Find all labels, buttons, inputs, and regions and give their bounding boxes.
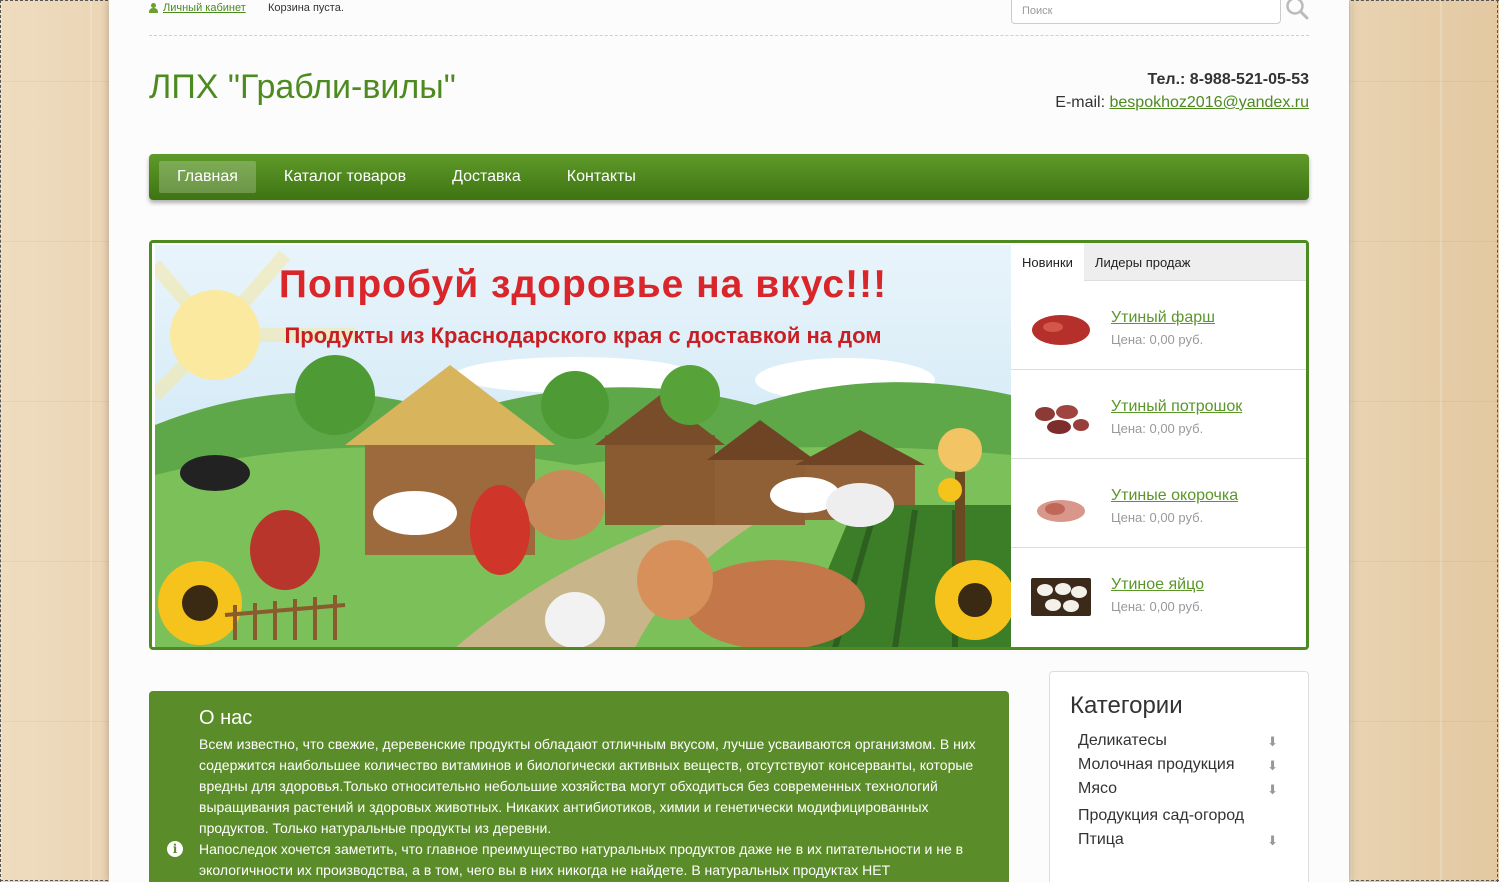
cart-status: Корзина пуста. (268, 2, 344, 14)
product-price: Цена: 0,00 руб. (1111, 421, 1204, 436)
categories-title: Категории (1070, 692, 1183, 719)
category-label: Деликатесы (1078, 732, 1167, 749)
category-label: Продукция сад-огород (1078, 807, 1245, 824)
product-tabs: Новинки Лидеры продаж Утиный фарш Цена: … (1011, 243, 1306, 647)
promo-banner[interactable]: Попробуй здоровье на вкус!!! Продукты из… (155, 245, 1011, 647)
arrow-down-icon[interactable]: ⬇ (1267, 833, 1278, 849)
category-label: Мясо (1078, 780, 1118, 797)
about-paragraph: Всем известно, что свежие, деревенские п… (199, 736, 976, 836)
category-label: Птица (1078, 831, 1124, 848)
search-input[interactable]: Поиск (1011, 0, 1281, 24)
category-item-dairy[interactable]: Молочная продукция ⬇ (1070, 756, 1288, 780)
product-price: Цена: 0,00 руб. (1111, 599, 1204, 614)
product-item: Утиное яйцо Цена: 0,00 руб. (1011, 548, 1306, 637)
arrow-down-icon[interactable]: ⬇ (1267, 782, 1278, 798)
page-container: Личный кабинет Корзина пуста. Поиск ЛПХ … (109, 0, 1349, 882)
product-price: Цена: 0,00 руб. (1111, 510, 1204, 525)
about-paragraph: Напоследок хочется заметить, что главное… (199, 841, 964, 878)
top-bar: Личный кабинет Корзина пуста. Поиск (149, 0, 1309, 36)
product-price: Цена: 0,00 руб. (1111, 332, 1204, 347)
email-label: E-mail: (1055, 94, 1110, 111)
site-title[interactable]: ЛПХ "Грабли-вилы" (149, 68, 456, 107)
search-icon[interactable] (1285, 0, 1309, 22)
product-thumbnail[interactable] (1031, 400, 1091, 438)
product-item: Утиные окорочка Цена: 0,00 руб. (1011, 459, 1306, 548)
about-section: О нас Всем известно, что свежие, деревен… (149, 691, 1009, 882)
banner-headline: Попробуй здоровье на вкус!!! (278, 263, 888, 306)
account-link-label: Личный кабинет (163, 2, 246, 14)
banner-subline: Продукты из Краснодарского края с достав… (284, 323, 882, 348)
product-name[interactable]: Утиный потрошок (1111, 398, 1242, 416)
category-item-meat[interactable]: Мясо ⬇ (1070, 780, 1288, 804)
tab-new[interactable]: Новинки (1011, 243, 1084, 282)
nav-item-delivery[interactable]: Доставка (434, 161, 539, 193)
user-icon (149, 3, 158, 13)
frame-right-border (1497, 0, 1498, 882)
about-text: Всем известно, что свежие, деревенские п… (199, 734, 995, 881)
categories-panel: Категории Деликатесы ⬇ Молочная продукци… (1049, 671, 1309, 882)
header-contacts: Тел.: 8-988-521-05-53 E-mail: bespokhoz2… (909, 68, 1309, 114)
banner-section: Попробуй здоровье на вкус!!! Продукты из… (149, 240, 1309, 650)
product-name[interactable]: Утиные окорочка (1111, 487, 1238, 505)
nav-item-catalog[interactable]: Каталог товаров (266, 161, 424, 193)
frame-left-border (0, 0, 1, 882)
tabs-header: Новинки Лидеры продаж (1011, 243, 1306, 282)
product-thumbnail[interactable] (1031, 311, 1091, 349)
phone-number: Тел.: 8-988-521-05-53 (1147, 71, 1309, 88)
arrow-down-icon[interactable]: ⬇ (1267, 734, 1278, 750)
product-item: Утиный потрошок Цена: 0,00 руб. (1011, 370, 1306, 459)
category-item-garden[interactable]: Продукция сад-огород (1070, 807, 1288, 831)
category-item-poultry[interactable]: Птица ⬇ (1070, 831, 1288, 855)
category-item-delicacies[interactable]: Деликатесы ⬇ (1070, 732, 1288, 756)
account-link[interactable]: Личный кабинет (149, 2, 246, 14)
product-thumbnail[interactable] (1031, 578, 1091, 616)
nav-item-contacts[interactable]: Контакты (549, 161, 654, 193)
product-thumbnail[interactable] (1031, 489, 1091, 527)
main-nav: Главная Каталог товаров Доставка Контакт… (149, 154, 1309, 200)
tab-bestsellers[interactable]: Лидеры продаж (1084, 243, 1202, 280)
email-link[interactable]: bespokhoz2016@yandex.ru (1110, 94, 1310, 111)
arrow-down-icon[interactable]: ⬇ (1267, 758, 1278, 774)
nav-item-home[interactable]: Главная (159, 161, 256, 193)
product-item: Утиный фарш Цена: 0,00 руб. (1011, 281, 1306, 370)
category-label: Молочная продукция (1078, 756, 1235, 773)
email-line: E-mail: bespokhoz2016@yandex.ru (909, 91, 1309, 114)
info-icon[interactable]: i (167, 841, 183, 857)
product-name[interactable]: Утиное яйцо (1111, 576, 1204, 594)
about-title: О нас (199, 707, 253, 729)
product-name[interactable]: Утиный фарш (1111, 309, 1215, 327)
